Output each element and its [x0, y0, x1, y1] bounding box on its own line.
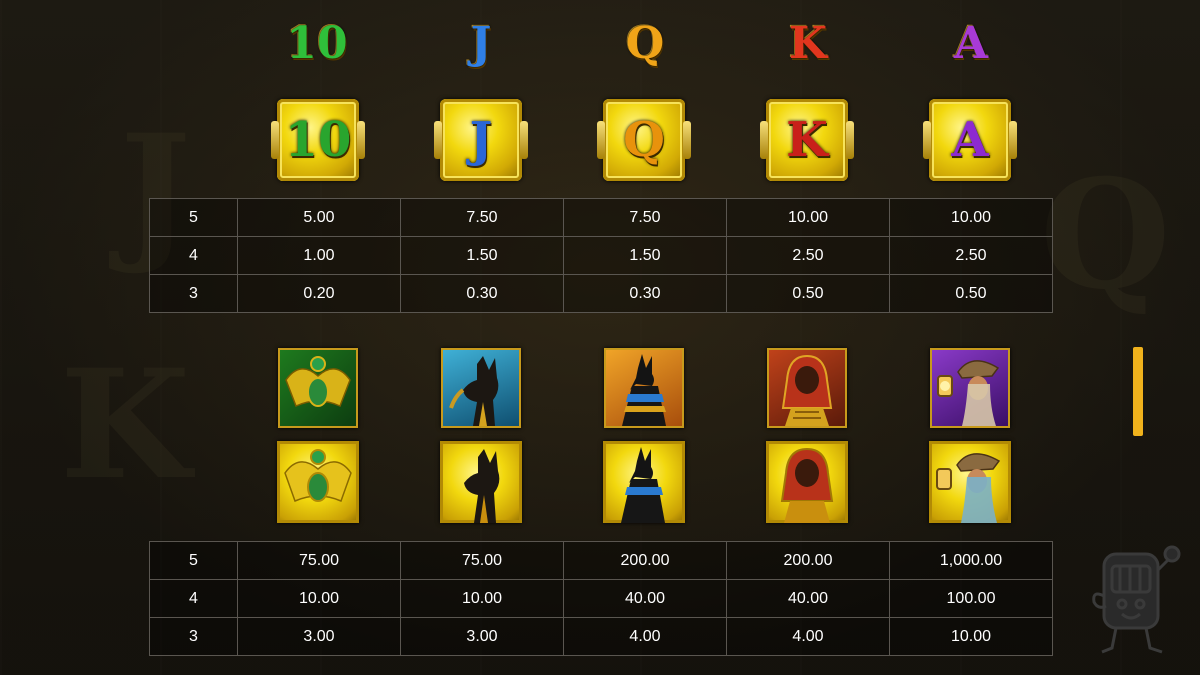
payout-value: 75.00: [237, 541, 401, 580]
payout-value: 0.50: [726, 274, 890, 313]
payout-value: 10.00: [400, 579, 564, 618]
match-count: 3: [149, 274, 238, 313]
tile-symbol-10-label: 10: [284, 112, 352, 168]
payout-value: 1.00: [237, 236, 401, 275]
header-symbol-k: K: [788, 18, 828, 69]
tile-symbol-k-label: K: [786, 112, 828, 168]
table-row: 5 75.00 75.00 200.00 200.00 1,000.00: [149, 541, 1053, 580]
slot-mascot-icon: [1090, 540, 1182, 665]
background-symbol-k: K: [60, 337, 191, 513]
table-row: 4 10.00 10.00 40.00 40.00 100.00: [149, 579, 1053, 618]
tile-symbol-k: K: [760, 99, 854, 181]
payout-value: 0.30: [563, 274, 727, 313]
anubis-gold-icon: [603, 441, 685, 523]
payout-value: 2.50: [726, 236, 890, 275]
header-symbol-q: Q: [625, 18, 665, 69]
table-row: 4 1.00 1.50 1.50 2.50 2.50: [149, 236, 1053, 275]
payout-value: 10.00: [889, 617, 1053, 656]
payout-value: 4.00: [726, 617, 890, 656]
match-count: 3: [149, 617, 238, 656]
match-count: 5: [149, 198, 238, 237]
payout-value: 7.50: [563, 198, 727, 237]
pharaoh-gold-icon: [766, 441, 848, 523]
payout-value: 3.00: [237, 617, 401, 656]
payout-value: 200.00: [563, 541, 727, 580]
header-symbol-a: A: [953, 18, 989, 69]
payout-value: 7.50: [400, 198, 564, 237]
low-symbol-header-row: 10 J Q K A: [0, 10, 1200, 90]
payout-value: 10.00: [726, 198, 890, 237]
payout-value: 3.00: [400, 617, 564, 656]
scrollbar-thumb[interactable]: [1133, 347, 1143, 436]
explorer-icon: [930, 348, 1010, 428]
scarab-icon: [278, 348, 358, 428]
bastet-gold-icon: [440, 441, 522, 523]
match-count: 5: [149, 541, 238, 580]
payout-value: 0.30: [400, 274, 564, 313]
payout-value: 1.50: [563, 236, 727, 275]
payout-value: 100.00: [889, 579, 1053, 618]
table-row: 3 3.00 3.00 4.00 4.00 10.00: [149, 617, 1053, 656]
payout-value: 0.20: [237, 274, 401, 313]
tile-symbol-10: 10: [271, 99, 365, 181]
payout-value: 75.00: [400, 541, 564, 580]
tile-symbol-q-label: Q: [623, 112, 665, 168]
explorer-gold-icon: [929, 441, 1011, 523]
table-row: 3 0.20 0.30 0.30 0.50 0.50: [149, 274, 1053, 313]
tile-symbol-j-label: J: [469, 112, 493, 168]
tile-symbol-a: A: [923, 99, 1017, 181]
scarab-gold-icon: [277, 441, 359, 523]
match-count: 4: [149, 579, 238, 618]
header-symbol-10: 10: [286, 18, 348, 69]
high-symbols-paytable: 5 75.00 75.00 200.00 200.00 1,000.00 4 1…: [149, 541, 1053, 656]
background-symbol-q: Q: [1040, 147, 1171, 323]
tile-symbol-a-label: A: [951, 112, 989, 168]
payout-value: 40.00: [563, 579, 727, 618]
payout-value: 10.00: [237, 579, 401, 618]
bastet-icon: [441, 348, 521, 428]
payout-value: 5.00: [237, 198, 401, 237]
payout-value: 200.00: [726, 541, 890, 580]
header-symbol-j: J: [470, 18, 492, 69]
pharaoh-icon: [767, 348, 847, 428]
payout-value: 2.50: [889, 236, 1053, 275]
tile-symbol-q: Q: [597, 99, 691, 181]
payout-value: 40.00: [726, 579, 890, 618]
payout-value: 1,000.00: [889, 541, 1053, 580]
anubis-icon: [604, 348, 684, 428]
payout-value: 0.50: [889, 274, 1053, 313]
tile-symbol-j: J: [434, 99, 528, 181]
match-count: 4: [149, 236, 238, 275]
low-symbols-paytable: 5 5.00 7.50 7.50 10.00 10.00 4 1.00 1.50…: [149, 198, 1053, 313]
table-row: 5 5.00 7.50 7.50 10.00 10.00: [149, 198, 1053, 237]
payout-value: 1.50: [400, 236, 564, 275]
payout-value: 10.00: [889, 198, 1053, 237]
payout-value: 4.00: [563, 617, 727, 656]
